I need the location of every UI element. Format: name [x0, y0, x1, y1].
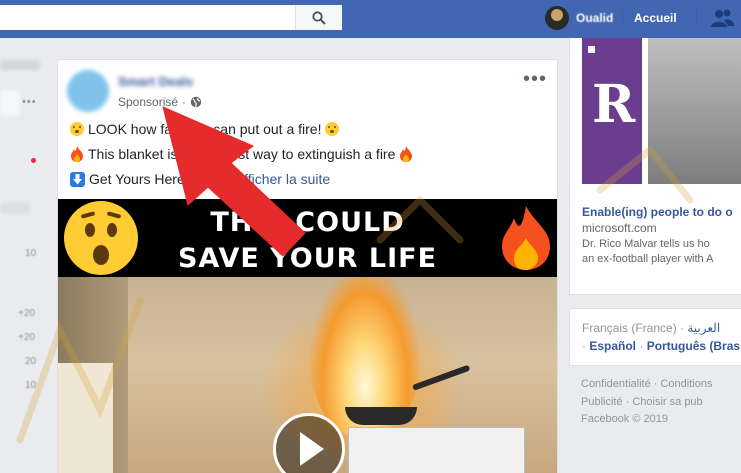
post-text: Get Yours Here: [89, 171, 185, 187]
language-link-arabic[interactable]: العربية: [687, 321, 720, 335]
notification-dot: [31, 158, 36, 163]
microsoft-logo-icon: [588, 46, 595, 53]
globe-icon: [190, 96, 202, 108]
language-link-spanish[interactable]: Español: [589, 339, 636, 353]
flushed-face-emoji-icon: [70, 122, 84, 136]
post-text: This blanket is the easiest way to extin…: [88, 146, 396, 162]
footer-copyright: Facebook © 2019: [581, 413, 668, 425]
flushed-face-emoji-icon: [325, 122, 340, 136]
page-avatar[interactable]: [67, 70, 109, 112]
friend-requests-icon[interactable]: [710, 8, 734, 28]
language-link-portuguese[interactable]: Português (Brasi: [647, 339, 741, 353]
post-text-line: This blanket is the easiest way to extin…: [70, 146, 413, 162]
language-card: Français (France) · العربية · Español · …: [569, 308, 741, 366]
post-text-line: Get Yours Here Afficher la suite: [70, 171, 330, 187]
sidebar-item[interactable]: [0, 60, 40, 70]
sidebar-item-highlight[interactable]: [0, 90, 20, 116]
page-name-link[interactable]: Smart Deals: [118, 74, 193, 89]
sponsored-ad-card[interactable]: R Enable(ing) people to do o microsoft.c…: [569, 38, 741, 295]
sidebar-count: +20: [18, 332, 35, 343]
post-options-icon[interactable]: •••: [523, 68, 547, 91]
topbar-divider: [696, 9, 697, 27]
banner-headline: SAVE YOUR LIFE: [177, 243, 438, 274]
sidebar-more-icon[interactable]: •••: [22, 96, 37, 108]
home-link[interactable]: Accueil: [634, 11, 677, 25]
topbar-divider: [622, 9, 623, 27]
current-language: Français (France): [582, 321, 677, 335]
sidebar-count: +20: [18, 308, 35, 319]
footer-links[interactable]: Confidentialité · Conditions: [581, 378, 712, 390]
sponsored-post: Smart Deals Sponsorisé · ••• LOOK how fa…: [57, 59, 558, 473]
post-meta: Sponsorisé ·: [118, 95, 202, 109]
footer-links[interactable]: Publicité · Choisir sa pub: [581, 396, 703, 408]
ad-description: an ex-football player with A: [582, 253, 714, 265]
ad-description: Dr. Rico Malvar tells us ho: [582, 238, 710, 250]
sponsored-label[interactable]: Sponsorisé: [118, 95, 178, 109]
meta-separator: ·: [182, 95, 187, 109]
profile-name-link[interactable]: Oualid: [576, 11, 613, 25]
fire-emoji-icon: [502, 206, 550, 270]
sidebar-count: 10: [25, 380, 37, 391]
post-text: LOOK how fast you can put out a fire!: [88, 121, 322, 137]
search-button[interactable]: [295, 5, 342, 30]
video-player[interactable]: [58, 277, 557, 473]
search-input[interactable]: [6, 8, 290, 28]
banner-headline: THIS COULD: [210, 207, 405, 238]
ad-title-link[interactable]: Enable(ing) people to do o: [582, 205, 733, 219]
profile-avatar[interactable]: [545, 6, 569, 30]
top-navigation-bar: Oualid Accueil: [0, 0, 741, 38]
ad-image[interactable]: [648, 38, 741, 184]
frying-pan: [345, 407, 417, 425]
video-banner: THIS COULD SAVE YOUR LIFE: [58, 199, 557, 277]
fire-emoji-icon: [71, 146, 83, 162]
post-text-line: LOOK how fast you can put out a fire!: [70, 121, 340, 137]
see-more-link[interactable]: Afficher la suite: [235, 171, 330, 187]
sidebar-item[interactable]: [0, 203, 30, 213]
stove: [348, 427, 525, 473]
ad-image[interactable]: R: [582, 38, 642, 184]
sidebar-count: 10: [25, 248, 37, 259]
sidebar-count: 20: [25, 356, 37, 367]
search-icon: [312, 10, 326, 25]
down-arrow-emoji-icon: [70, 171, 85, 187]
fire-emoji-icon: [400, 146, 413, 162]
search-box[interactable]: [0, 5, 342, 30]
ad-url: microsoft.com: [582, 221, 657, 235]
